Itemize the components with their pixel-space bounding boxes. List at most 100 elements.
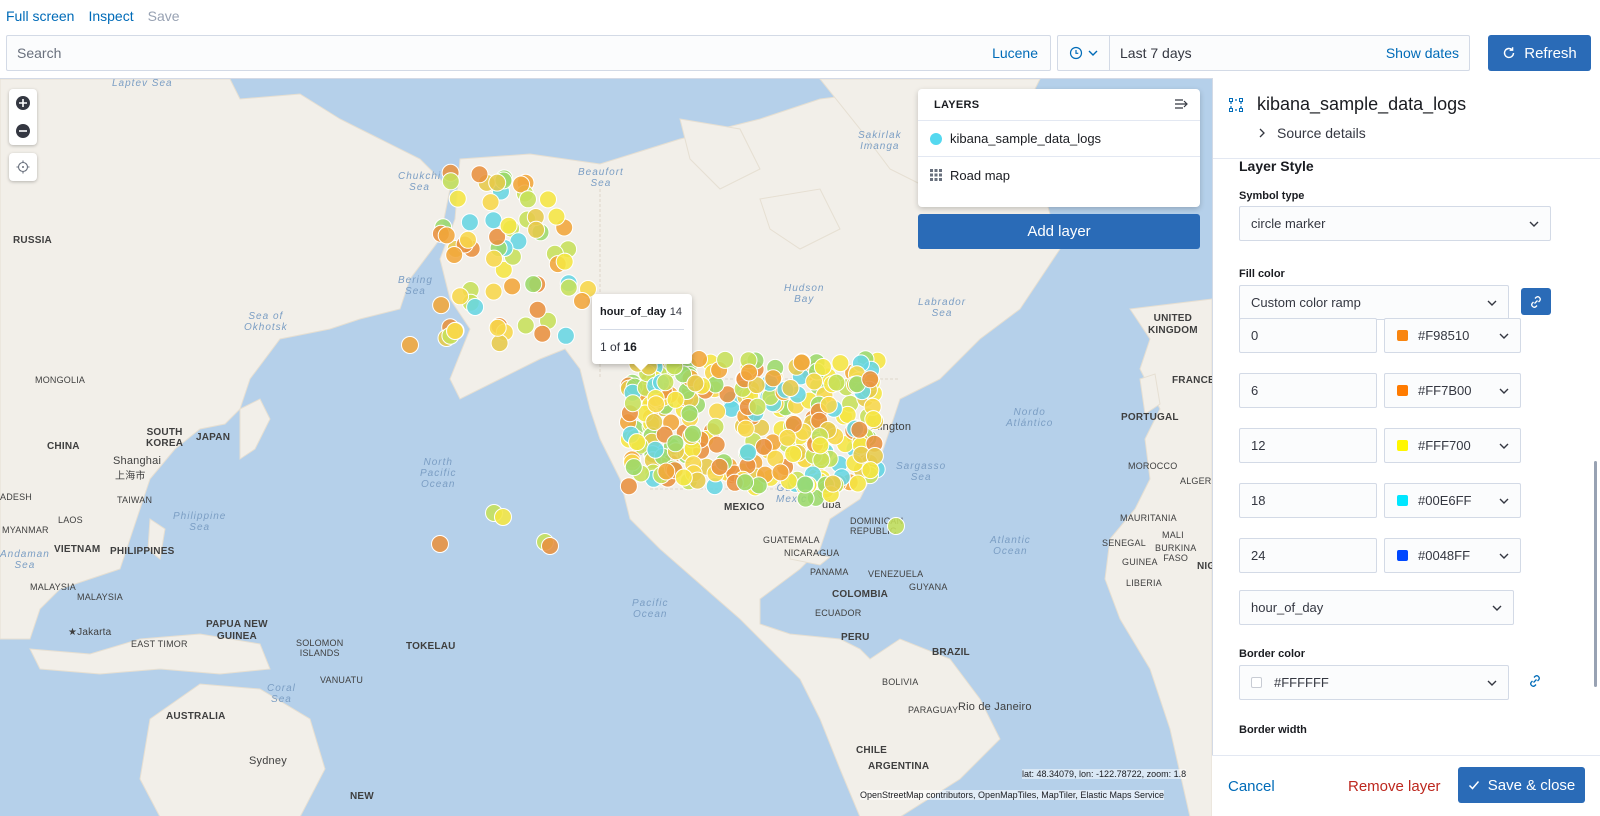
data-point[interactable] [484, 211, 503, 230]
ramp-stop-input[interactable]: 6 [1239, 373, 1377, 408]
data-point[interactable] [784, 445, 803, 463]
data-point[interactable] [819, 395, 838, 414]
data-point[interactable] [850, 420, 869, 439]
data-point[interactable] [771, 463, 790, 482]
link-icon[interactable] [1528, 674, 1542, 688]
data-point[interactable] [861, 370, 880, 389]
query-language-button[interactable]: Lucene [992, 45, 1038, 61]
data-point[interactable] [446, 322, 464, 340]
data-point[interactable] [706, 417, 725, 436]
layer-item-road-map[interactable]: Road map [918, 157, 1200, 193]
border-color-select[interactable]: #FFFFFF [1239, 665, 1509, 700]
fit-to-data-button[interactable] [9, 153, 37, 181]
data-point[interactable] [748, 397, 767, 416]
data-point[interactable] [547, 207, 566, 226]
data-point[interactable] [490, 334, 509, 353]
data-point[interactable] [674, 468, 693, 487]
data-point[interactable] [813, 358, 832, 376]
data-point[interactable] [831, 354, 850, 373]
data-point[interactable] [736, 473, 755, 492]
show-dates-button[interactable]: Show dates [1386, 45, 1459, 61]
data-point[interactable] [528, 300, 547, 319]
data-point[interactable] [811, 436, 830, 455]
full-screen-link[interactable]: Full screen [6, 8, 74, 24]
data-point[interactable] [484, 282, 503, 301]
data-point[interactable] [619, 477, 638, 496]
refresh-button[interactable]: Refresh [1488, 35, 1591, 71]
data-point[interactable] [519, 190, 537, 209]
data-point[interactable] [466, 298, 485, 316]
inspect-link[interactable]: Inspect [88, 8, 133, 24]
data-point[interactable] [710, 457, 729, 476]
data-point[interactable] [432, 296, 451, 315]
data-point[interactable] [441, 172, 460, 191]
data-point[interactable] [470, 165, 489, 184]
data-point[interactable] [707, 435, 726, 454]
ramp-stop-input[interactable]: 12 [1239, 428, 1377, 463]
data-point[interactable] [736, 419, 755, 438]
data-point[interactable] [647, 395, 665, 414]
symbol-type-select[interactable]: circle marker [1239, 206, 1551, 241]
fill-color-mode-select[interactable]: Custom color ramp [1239, 285, 1509, 320]
data-point[interactable] [559, 278, 578, 297]
field-select[interactable]: hour_of_day [1239, 590, 1514, 625]
data-point[interactable] [686, 374, 705, 393]
data-point[interactable] [623, 394, 642, 413]
data-point[interactable] [823, 474, 842, 493]
data-point[interactable] [516, 316, 535, 335]
data-point[interactable] [781, 379, 800, 397]
search-input[interactable]: Search Lucene [6, 35, 1051, 71]
data-point[interactable] [848, 474, 867, 493]
data-point[interactable] [666, 390, 685, 409]
add-layer-button[interactable]: Add layer [918, 214, 1200, 249]
data-point[interactable] [481, 193, 500, 212]
ramp-stop-input[interactable]: 24 [1239, 538, 1377, 573]
data-point[interactable] [827, 373, 846, 392]
ramp-stop-input[interactable]: 0 [1239, 318, 1377, 353]
ramp-color-select[interactable]: #0048FF [1384, 538, 1521, 573]
data-point[interactable] [437, 226, 456, 245]
data-point[interactable] [533, 324, 552, 343]
ramp-color-select[interactable]: #F98510 [1384, 318, 1521, 353]
ramp-color-select[interactable]: #FFF700 [1384, 428, 1521, 463]
data-point[interactable] [666, 434, 685, 453]
data-point[interactable] [680, 404, 699, 423]
data-point[interactable] [431, 535, 449, 553]
data-point[interactable] [555, 252, 574, 271]
data-point[interactable] [460, 213, 479, 232]
data-point[interactable] [861, 461, 880, 480]
layer-item-logs[interactable]: kibana_sample_data_logs [918, 121, 1200, 157]
panel-scrollbar[interactable] [1594, 461, 1597, 687]
data-point[interactable] [805, 372, 824, 391]
quick-select-button[interactable] [1058, 36, 1110, 70]
ramp-stop-input[interactable]: 18 [1239, 483, 1377, 518]
data-point[interactable] [485, 249, 503, 268]
remove-layer-button[interactable]: Remove layer [1348, 778, 1441, 795]
data-point[interactable] [740, 363, 759, 382]
data-point[interactable] [445, 246, 464, 264]
data-point[interactable] [488, 173, 507, 192]
data-point[interactable] [764, 369, 783, 388]
data-point[interactable] [451, 287, 470, 306]
data-point[interactable] [499, 216, 518, 235]
data-point[interactable] [503, 277, 522, 296]
ramp-color-select[interactable]: #FF7B00 [1384, 373, 1521, 408]
data-point[interactable] [556, 326, 575, 345]
data-point[interactable] [645, 413, 664, 431]
data-point[interactable] [448, 189, 467, 208]
data-point[interactable] [708, 402, 727, 421]
data-point[interactable] [527, 220, 546, 239]
data-point[interactable] [539, 190, 557, 209]
data-point[interactable] [778, 428, 797, 447]
zoom-in-button[interactable] [9, 89, 37, 117]
ramp-color-select[interactable]: #00E6FF [1384, 483, 1521, 518]
data-point[interactable] [657, 462, 676, 481]
data-point[interactable] [541, 537, 559, 555]
data-point[interactable] [628, 433, 646, 452]
data-point[interactable] [656, 373, 675, 392]
data-point[interactable] [524, 275, 543, 294]
data-point[interactable] [690, 350, 708, 368]
source-details-toggle[interactable]: Source details [1257, 125, 1366, 141]
data-point[interactable] [716, 350, 735, 369]
data-point[interactable] [494, 508, 512, 526]
